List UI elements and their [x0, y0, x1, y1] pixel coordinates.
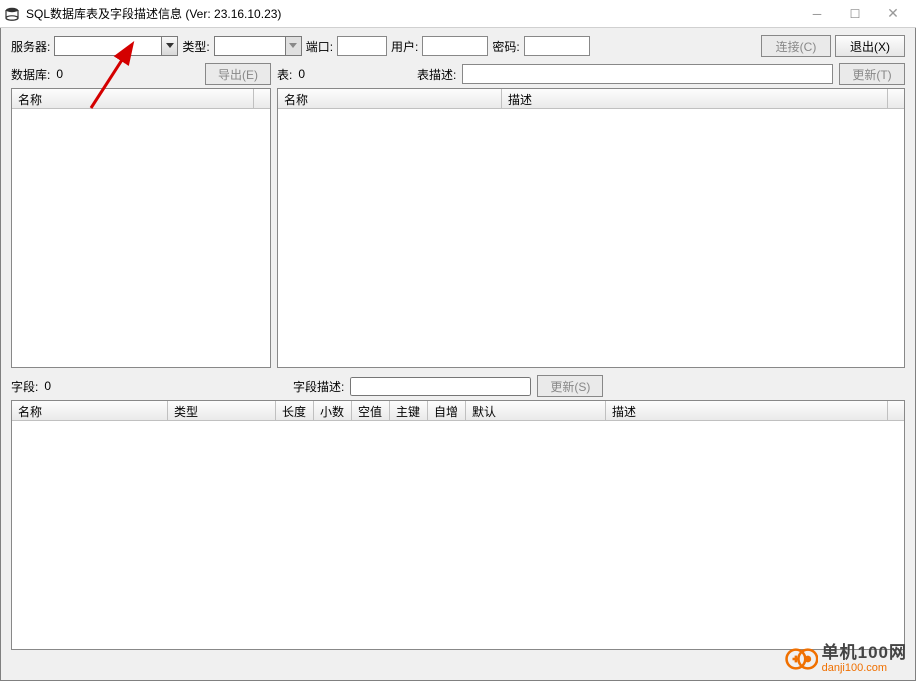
watermark-text: 单机100网	[822, 644, 907, 663]
field-col-len[interactable]: 长度	[276, 401, 314, 420]
table-col-spacer	[888, 89, 904, 108]
content-area: 服务器: 类型: 端口: 用户: 密码: 连接(C) 退出(X) 数据库: 0 …	[0, 28, 916, 681]
minimize-button[interactable]: ─	[798, 1, 836, 27]
field-col-name[interactable]: 名称	[12, 401, 168, 420]
db-col-spacer	[254, 89, 270, 108]
field-col-desc[interactable]: 描述	[606, 401, 888, 420]
db-list-body[interactable]	[12, 109, 270, 367]
mid-split: 名称 名称 描述	[11, 88, 905, 368]
watermark: 单机100网 danji100.com	[784, 642, 907, 676]
field-list-header: 名称 类型 长度 小数 空值 主键 自增 默认 描述	[12, 401, 904, 421]
table-listview[interactable]: 名称 描述	[277, 88, 905, 368]
field-listview[interactable]: 名称 类型 长度 小数 空值 主键 自增 默认 描述	[11, 400, 905, 650]
field-desc-label: 字段描述:	[293, 378, 344, 395]
table-col-desc[interactable]: 描述	[502, 89, 888, 108]
table-col-name[interactable]: 名称	[278, 89, 502, 108]
db-list-header: 名称	[12, 89, 270, 109]
field-col-def[interactable]: 默认	[466, 401, 606, 420]
table-header-row: 表: 0 表描述: 更新(T)	[277, 62, 905, 86]
field-col-spacer	[888, 401, 904, 420]
db-listview[interactable]: 名称	[11, 88, 271, 368]
field-count: 0	[44, 379, 51, 393]
table-list-header: 名称 描述	[278, 89, 904, 109]
field-label: 字段:	[11, 378, 38, 395]
db-count: 0	[56, 67, 63, 81]
db-label: 数据库:	[11, 66, 50, 83]
table-desc-input[interactable]	[462, 64, 833, 84]
table-update-button[interactable]: 更新(T)	[839, 63, 905, 85]
window-title: SQL数据库表及字段描述信息 (Ver: 23.16.10.23)	[26, 5, 798, 22]
connect-button[interactable]: 连接(C)	[761, 35, 831, 57]
close-button[interactable]: ✕	[874, 1, 912, 27]
password-input[interactable]	[524, 36, 590, 56]
exit-button[interactable]: 退出(X)	[835, 35, 905, 57]
maximize-button[interactable]: ☐	[836, 1, 874, 27]
server-label: 服务器:	[11, 38, 50, 55]
user-label: 用户:	[391, 38, 418, 55]
app-icon	[4, 6, 20, 22]
db-col-name[interactable]: 名称	[12, 89, 254, 108]
port-label: 端口:	[306, 38, 333, 55]
field-update-button[interactable]: 更新(S)	[537, 375, 603, 397]
chevron-down-icon	[285, 37, 301, 55]
field-desc-input[interactable]	[350, 377, 531, 396]
field-col-dec[interactable]: 小数	[314, 401, 352, 420]
pwd-label: 密码:	[492, 38, 519, 55]
title-bar: SQL数据库表及字段描述信息 (Ver: 23.16.10.23) ─ ☐ ✕	[0, 0, 916, 28]
table-desc-label: 表描述:	[417, 66, 456, 83]
table-label: 表:	[277, 66, 292, 83]
port-input[interactable]	[337, 36, 387, 56]
chevron-down-icon	[161, 37, 177, 55]
field-col-null[interactable]: 空值	[352, 401, 390, 420]
type-label: 类型:	[182, 38, 209, 55]
server-combo[interactable]	[54, 36, 178, 56]
export-button[interactable]: 导出(E)	[205, 63, 271, 85]
watermark-logo-icon	[784, 642, 818, 676]
field-col-type[interactable]: 类型	[168, 401, 276, 420]
field-col-auto[interactable]: 自增	[428, 401, 466, 420]
watermark-url: danji100.com	[822, 662, 907, 674]
field-header-row: 字段: 0 字段描述: 更新(S)	[11, 374, 905, 398]
connection-row: 服务器: 类型: 端口: 用户: 密码: 连接(C) 退出(X)	[11, 34, 905, 58]
field-list-body[interactable]	[12, 421, 904, 649]
user-input[interactable]	[422, 36, 488, 56]
db-header-row: 数据库: 0 导出(E)	[11, 62, 271, 86]
type-combo[interactable]	[214, 36, 302, 56]
field-col-pk[interactable]: 主键	[390, 401, 428, 420]
table-list-body[interactable]	[278, 109, 904, 367]
table-count: 0	[298, 67, 305, 81]
